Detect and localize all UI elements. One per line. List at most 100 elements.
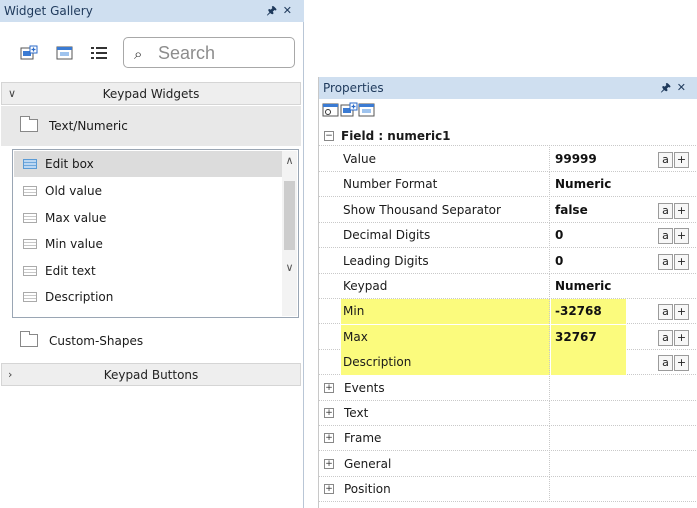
property-name: Min [341,299,550,325]
property-row-min[interactable]: Min -32768 a + [319,299,697,325]
group-label: Events [341,375,550,401]
property-name: Decimal Digits [341,223,550,249]
widget-view-icon[interactable] [56,45,74,61]
group-general[interactable]: + General [319,451,697,477]
property-value[interactable]: 0 [551,223,626,248]
field-header-title: Field : numeric1 [341,129,451,143]
section-keypad-widgets-label: Keypad Widgets [102,87,200,101]
widget-gallery-panel: Widget Gallery 🖈✕ ⌕ ∨ Keypad Widgets Tex… [0,0,304,508]
list-item-edit-box[interactable]: Edit box [14,151,283,177]
add-button[interactable]: + [674,253,689,270]
list-item-label: Old value [45,184,102,198]
min-value-icon [23,239,37,249]
scroll-up-icon[interactable]: ∧ [282,153,297,169]
search-box[interactable]: ⌕ [123,37,295,68]
field-header[interactable]: − Field : numeric1 [319,126,697,146]
group-label: Text [341,401,550,426]
list-item-description[interactable]: Description [14,284,283,310]
property-row-leading-digits[interactable]: Leading Digits 0 a + [319,248,697,274]
search-input[interactable] [158,42,288,64]
section-keypad-buttons[interactable]: › Keypad Buttons [1,363,301,386]
pin-icon[interactable]: 🖈 [661,81,677,94]
property-row-max[interactable]: Max 32767 a + [319,324,697,350]
text-edit-button[interactable]: a [658,152,673,168]
widget-list[interactable]: Edit box Old value Max value Min value E… [12,149,299,318]
property-name: Value [341,147,550,172]
list-item-min-value[interactable]: Min value [14,231,283,257]
property-value[interactable]: 0 [551,249,626,274]
properties-title: Properties [323,81,384,95]
add-widget-icon[interactable] [20,45,38,61]
list-item-old-value[interactable]: Old value [14,178,283,204]
category-text-numeric-label: Text/Numeric [49,119,128,133]
widget-view-icon[interactable] [358,102,376,118]
property-name: Max [341,324,550,350]
category-custom-shapes[interactable]: Custom-Shapes [1,321,301,361]
property-value[interactable]: 99999 [551,147,626,172]
max-value-icon [23,213,37,223]
text-edit-button[interactable]: a [658,228,673,245]
collapse-icon[interactable]: − [324,131,334,141]
category-custom-shapes-label: Custom-Shapes [49,334,144,348]
section-keypad-widgets[interactable]: ∨ Keypad Widgets [1,82,301,105]
group-label: Frame [341,426,550,452]
property-value[interactable]: Numeric [551,274,626,299]
edit-box-icon [23,159,37,169]
text-edit-button[interactable]: a [658,253,673,270]
scroll-down-icon[interactable]: ∨ [282,260,297,276]
property-value[interactable]: -32768 [551,299,626,325]
scrollbar[interactable]: ∧ ∨ [282,151,297,316]
group-label: General [341,451,550,477]
text-edit-button[interactable]: a [658,304,673,321]
old-value-icon [23,186,37,196]
property-row-keypad[interactable]: Keypad Numeric [319,274,697,299]
properties-panel: Properties 🖈✕ − Field : numeric1 Value 99… [318,77,697,508]
expand-icon[interactable]: + [324,382,334,393]
search-icon: ⌕ [134,45,143,63]
group-text[interactable]: + Text [319,401,697,426]
property-value[interactable]: false [551,198,626,223]
list-item-max-value[interactable]: Max value [14,205,283,231]
add-button[interactable]: + [674,152,689,168]
widget-gallery-title-bar: Widget Gallery 🖈✕ [0,0,304,22]
property-row-number-format[interactable]: Number Format Numeric [319,172,697,198]
text-edit-button[interactable]: a [658,329,673,346]
group-events[interactable]: + Events [319,375,697,401]
property-value[interactable] [551,350,626,376]
close-icon[interactable]: ✕ [283,4,298,17]
add-button[interactable]: + [674,228,689,245]
expand-icon[interactable]: + [324,408,334,418]
list-item-edit-text[interactable]: Edit text [14,258,283,284]
select-object-icon[interactable] [322,102,340,118]
add-button[interactable]: + [674,329,689,346]
add-property-icon[interactable] [340,102,358,118]
group-position[interactable]: + Position [319,477,697,503]
expand-icon[interactable]: + [324,458,334,469]
properties-title-bar: Properties 🖈✕ [319,77,697,99]
text-edit-button[interactable]: a [658,355,673,372]
text-edit-button[interactable]: a [658,202,673,219]
category-text-numeric[interactable]: Text/Numeric [1,106,301,146]
property-row-show-thousand-separator[interactable]: Show Thousand Separator false a + [319,197,697,223]
property-name: Description [341,350,550,376]
property-row-value[interactable]: Value 99999 a + [319,147,697,172]
add-button[interactable]: + [674,202,689,219]
property-value[interactable]: Numeric [551,172,626,197]
property-value[interactable]: 32767 [551,324,626,350]
close-icon[interactable]: ✕ [677,81,692,94]
add-button[interactable]: + [674,304,689,321]
property-row-description[interactable]: Description a + [319,350,697,376]
section-keypad-buttons-label: Keypad Buttons [103,368,199,382]
edit-text-icon [23,266,37,276]
group-frame[interactable]: + Frame [319,426,697,452]
widget-gallery-title: Widget Gallery [4,4,93,18]
expand-icon[interactable]: + [324,484,334,495]
expand-icon[interactable]: + [324,433,334,444]
pin-icon[interactable]: 🖈 [267,4,283,17]
list-view-icon[interactable] [90,45,108,61]
group-label: Position [341,477,550,503]
scroll-thumb[interactable] [284,181,295,250]
add-button[interactable]: + [674,355,689,372]
property-row-decimal-digits[interactable]: Decimal Digits 0 a + [319,223,697,249]
folder-icon [20,331,38,347]
